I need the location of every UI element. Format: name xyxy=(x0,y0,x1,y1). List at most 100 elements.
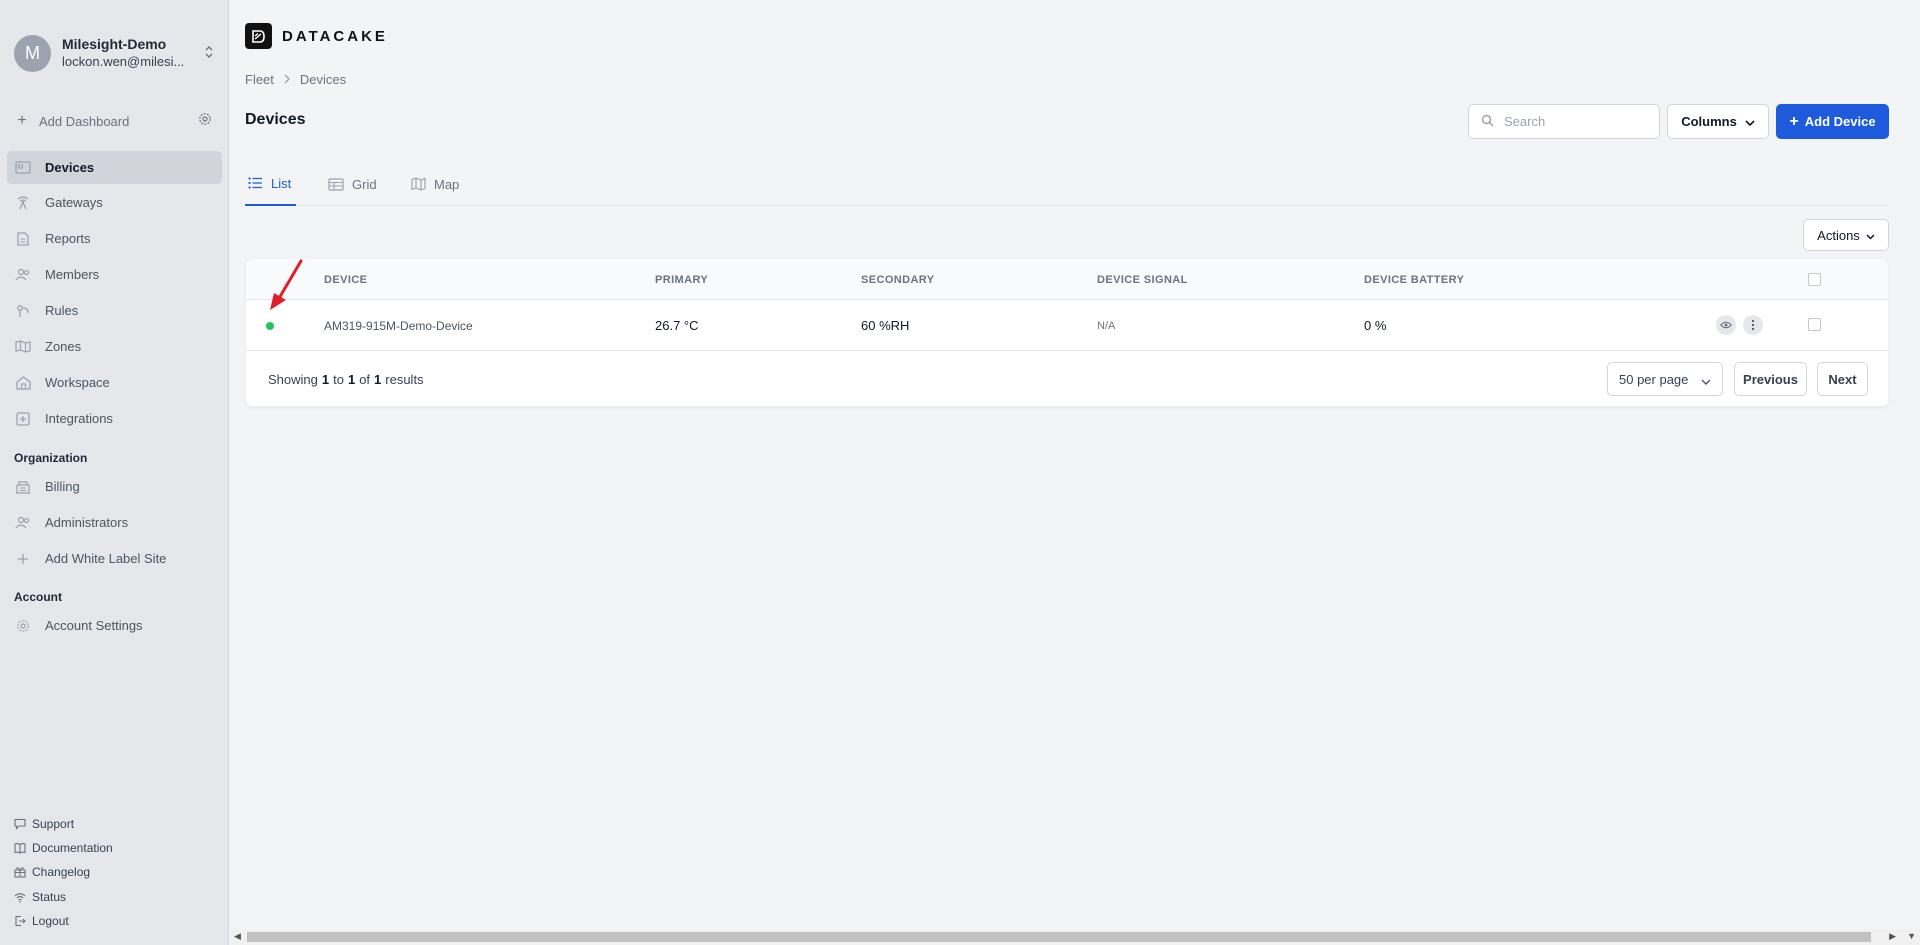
results-to: 1 xyxy=(347,372,356,387)
list-icon xyxy=(248,177,263,189)
next-button[interactable]: Next xyxy=(1817,362,1868,396)
changelog-link[interactable]: Changelog xyxy=(14,863,90,881)
sidebar-item-zones[interactable]: Zones xyxy=(7,330,222,363)
sidebar-item-label: Add White Label Site xyxy=(45,551,167,566)
tab-grid[interactable]: Grid xyxy=(328,162,377,206)
logo-icon xyxy=(245,23,272,49)
gift-icon xyxy=(14,866,28,878)
column-header-secondary[interactable]: SECONDARY xyxy=(861,259,934,300)
sidebar-item-label: Gateways xyxy=(45,195,103,210)
primary-value: 26.7 °C xyxy=(655,318,699,333)
columns-button[interactable]: Columns xyxy=(1667,104,1769,139)
sidebar-item-account-settings[interactable]: Account Settings xyxy=(7,609,222,642)
view-eye-icon[interactable] xyxy=(1716,315,1736,335)
logout-link[interactable]: Logout xyxy=(14,912,69,930)
chevron-down-icon xyxy=(1745,114,1755,129)
gateway-icon xyxy=(14,195,32,211)
sidebar-item-add-white-label-site[interactable]: Add White Label Site xyxy=(7,542,222,575)
user-email: lockon.wen@milesi... xyxy=(62,54,185,69)
column-header-device[interactable]: DEVICE xyxy=(324,259,367,300)
section-organization: Organization xyxy=(14,451,88,465)
section-account: Account xyxy=(14,590,62,604)
sidebar-item-billing[interactable]: Billing xyxy=(7,470,222,503)
column-header-primary[interactable]: PRIMARY xyxy=(655,259,708,300)
sidebar-item-label: Zones xyxy=(45,339,82,354)
results-total: 1 xyxy=(374,372,382,387)
sidebar-item-reports[interactable]: Reports xyxy=(7,222,222,255)
previous-button[interactable]: Previous xyxy=(1734,362,1807,396)
brand-name: DATACAKE xyxy=(282,27,388,45)
device-name[interactable]: AM319-915M-Demo-Device xyxy=(324,300,473,351)
table-row[interactable]: AM319-915M-Demo-Device 26.7 °C 60 %RH N/… xyxy=(246,300,1888,351)
sidebar-item-label: Administrators xyxy=(45,515,129,530)
sidebar-item-label: Billing xyxy=(45,479,80,494)
results-text: results xyxy=(385,372,424,387)
map-icon xyxy=(14,339,32,355)
results-from: 1 xyxy=(321,372,330,387)
table-icon xyxy=(328,177,344,191)
datacake-logo[interactable]: DATACAKE xyxy=(245,23,388,49)
scroll-down-icon[interactable]: ▼ xyxy=(1907,931,1916,941)
online-status-dot xyxy=(266,322,274,330)
sidebar-item-integrations[interactable]: Integrations xyxy=(7,402,222,435)
avatar: M xyxy=(14,34,51,72)
add-device-button[interactable]: + Add Device xyxy=(1776,104,1889,139)
sidebar-item-label: Devices xyxy=(45,160,95,175)
documentation-label: Documentation xyxy=(32,841,113,855)
signal-value: N/A xyxy=(1097,319,1116,332)
sidebar-item-label: Members xyxy=(45,267,100,282)
devices-table: DEVICE PRIMARY SECONDARY DEVICE SIGNAL D… xyxy=(245,258,1889,407)
sidebar-item-administrators[interactable]: Administrators xyxy=(7,506,222,539)
sidebar-item-rules[interactable]: Rules xyxy=(7,294,222,327)
results-summary: Showing 1 to 1 of 1 results xyxy=(268,351,424,408)
documentation-link[interactable]: Documentation xyxy=(14,839,113,857)
add-dashboard-button[interactable]: + Add Dashboard xyxy=(14,110,214,132)
row-checkbox[interactable] xyxy=(1808,318,1821,331)
results-text: of xyxy=(359,372,371,387)
annotation-arrow-icon xyxy=(270,259,303,310)
support-link[interactable]: Support xyxy=(14,815,74,833)
scroll-left-icon[interactable]: ◀ xyxy=(234,931,241,942)
add-dashboard-label: Add Dashboard xyxy=(39,113,130,129)
breadcrumb-devices[interactable]: Devices xyxy=(300,72,346,87)
billing-icon xyxy=(14,479,32,495)
search-input[interactable] xyxy=(1504,114,1644,129)
chevron-up-down-icon xyxy=(204,44,214,63)
report-icon xyxy=(14,231,32,247)
sidebar-item-devices[interactable]: Devices xyxy=(7,151,222,184)
wifi-icon xyxy=(14,892,28,903)
select-all-checkbox[interactable] xyxy=(1808,273,1821,286)
workspace-icon xyxy=(14,375,32,391)
search-box[interactable] xyxy=(1468,104,1660,139)
org-switcher[interactable]: M Milesight-Demo lockon.wen@milesi... xyxy=(14,33,214,73)
changelog-label: Changelog xyxy=(32,865,91,879)
gear-icon[interactable] xyxy=(198,112,212,129)
sidebar-item-members[interactable]: Members xyxy=(7,258,222,291)
chevron-down-icon xyxy=(1701,373,1711,388)
status-link[interactable]: Status xyxy=(14,888,66,906)
horizontal-scrollbar[interactable]: ◀ ▶ ▼ xyxy=(230,929,1920,945)
rules-icon xyxy=(14,303,32,319)
tab-list[interactable]: List xyxy=(245,162,296,206)
more-options-icon[interactable] xyxy=(1743,315,1763,335)
add-device-label: Add Device xyxy=(1804,114,1876,129)
actions-button[interactable]: Actions xyxy=(1803,219,1889,251)
gear-icon xyxy=(14,618,32,634)
org-name: Milesight-Demo xyxy=(62,36,167,52)
tab-label: List xyxy=(271,175,292,191)
plus-icon: + xyxy=(17,112,27,129)
column-header-device-battery[interactable]: DEVICE BATTERY xyxy=(1364,259,1464,300)
tab-map[interactable]: Map xyxy=(411,162,459,206)
devices-icon xyxy=(14,160,32,176)
scroll-right-icon[interactable]: ▶ xyxy=(1889,931,1896,942)
per-page-value: 50 per page xyxy=(1619,371,1689,387)
column-header-device-signal[interactable]: DEVICE SIGNAL xyxy=(1097,259,1188,300)
breadcrumb: Fleet Devices xyxy=(245,72,346,87)
scrollbar-thumb[interactable] xyxy=(247,932,1871,942)
sidebar-item-gateways[interactable]: Gateways xyxy=(7,186,222,219)
breadcrumb-fleet[interactable]: Fleet xyxy=(245,72,274,87)
sidebar-item-workspace[interactable]: Workspace xyxy=(7,366,222,399)
results-text: Showing xyxy=(268,372,318,387)
per-page-select[interactable]: 50 per page xyxy=(1607,362,1723,396)
sidebar: M Milesight-Demo lockon.wen@milesi... + … xyxy=(0,0,229,945)
